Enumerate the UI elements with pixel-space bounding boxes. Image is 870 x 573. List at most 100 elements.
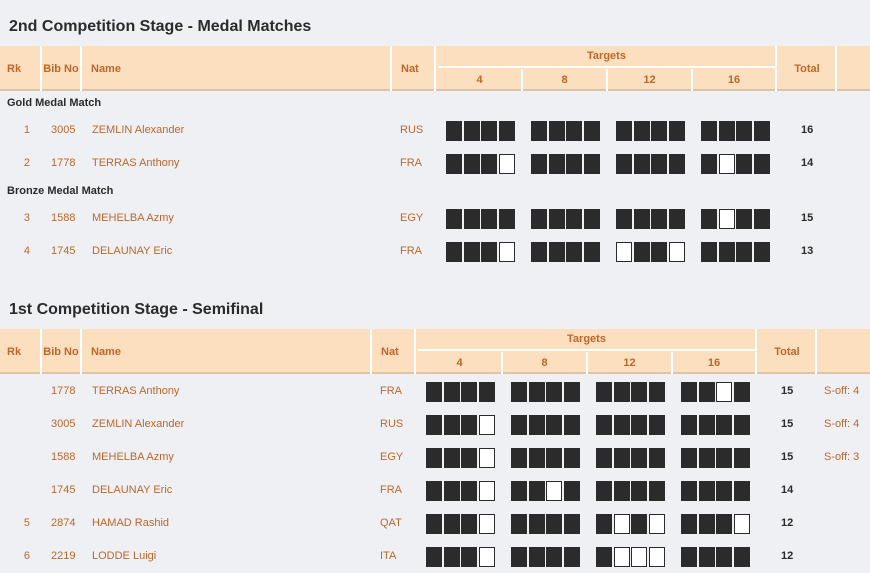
shot-hit-marker (681, 514, 697, 534)
table-row: 1 3005 ZEMLIN Alexander RUS 16 (0, 118, 870, 142)
shot-hit-marker (613, 382, 630, 402)
shot-hit-marker (443, 514, 460, 534)
header-target-16: 16 (693, 69, 777, 91)
athlete-name-link[interactable]: ZEMLIN Alexander (92, 118, 184, 142)
header-name: Name (84, 46, 392, 91)
shot-hit-marker (446, 154, 462, 174)
shot-miss-marker (478, 481, 495, 501)
bib-cell: 1778 (51, 157, 76, 169)
shot-hit-marker (596, 415, 612, 435)
shot-hit-marker (461, 481, 477, 501)
header-target-8: 8 (503, 352, 588, 374)
shot-hit-marker (446, 121, 462, 141)
rank-cell: 2 (23, 157, 30, 169)
shot-miss-marker (733, 514, 750, 534)
shot-hit-marker (716, 514, 732, 534)
shot-hit-marker (546, 547, 562, 567)
table-row: 1778 TERRAS Anthony FRA 15 S-off: 4 (0, 379, 870, 403)
header-rk: Rk (0, 46, 42, 91)
shot-miss-marker (478, 514, 495, 534)
shot-hit-marker (563, 415, 580, 435)
shot-hit-marker (668, 121, 685, 141)
athlete-name-link[interactable]: MEHELBA Azmy (92, 206, 174, 230)
athlete-name-link[interactable]: TERRAS Anthony (92, 379, 179, 403)
shot-hit-marker (546, 448, 562, 468)
shot-miss-marker (631, 547, 647, 567)
table-row: 3005 ZEMLIN Alexander RUS 15 S-off: 4 (0, 412, 870, 436)
nation-cell: FRA (400, 245, 422, 257)
shot-miss-marker (613, 514, 630, 534)
total-cell: 12 (781, 550, 794, 562)
shot-hit-marker (733, 481, 750, 501)
shot-hit-marker (613, 481, 630, 501)
table-row: 3 1588 MEHELBA Azmy EGY 15 (0, 206, 870, 230)
shot-hit-marker (528, 382, 545, 402)
shot-hit-marker (633, 242, 650, 262)
header-total: Total (759, 329, 817, 374)
shot-miss-marker (718, 209, 735, 229)
shot-hit-marker (531, 242, 547, 262)
shot-hit-marker (716, 415, 732, 435)
rank-cell: 4 (23, 245, 30, 257)
header-rk: Rk (0, 329, 42, 374)
shot-hit-marker (426, 514, 442, 534)
bib-cell: 3005 (51, 418, 76, 430)
header-target-16: 16 (673, 352, 757, 374)
shot-hit-marker (698, 481, 715, 501)
shot-hit-marker (461, 514, 477, 534)
shot-hit-marker (716, 547, 732, 567)
stage1-header: Rk Bib No Name Nat Targets 4 8 12 16 Tot… (0, 329, 870, 374)
athlete-name-link[interactable]: HAMAD Rashid (92, 511, 169, 535)
total-cell: 16 (801, 124, 814, 136)
header-targets: Targets (438, 46, 777, 68)
shot-hit-marker (651, 209, 667, 229)
bib-cell: 1745 (51, 484, 76, 496)
nation-cell: FRA (380, 385, 402, 397)
shot-hit-marker (528, 415, 545, 435)
athlete-name-link[interactable]: DELAUNAY Eric (92, 239, 172, 263)
shot-miss-marker (478, 415, 495, 435)
shot-hit-marker (463, 209, 480, 229)
shot-hit-marker (511, 448, 527, 468)
shot-hit-marker (733, 415, 750, 435)
shot-hit-marker (668, 209, 685, 229)
table-row: 4 1745 DELAUNAY Eric FRA 13 (0, 239, 870, 263)
shot-hit-marker (461, 415, 477, 435)
shot-hit-marker (753, 121, 770, 141)
shot-hit-marker (461, 547, 477, 567)
bib-cell: 3005 (51, 124, 76, 136)
athlete-name-link[interactable]: DELAUNAY Eric (92, 478, 172, 502)
shot-miss-marker (648, 514, 665, 534)
total-cell: 15 (781, 385, 794, 397)
header-target-12: 12 (608, 69, 693, 91)
header-nat: Nat (374, 329, 416, 374)
shot-hit-marker (753, 154, 770, 174)
athlete-name-link[interactable]: MEHELBA Azmy (92, 445, 174, 469)
shot-hit-marker (733, 448, 750, 468)
shot-hit-marker (481, 242, 497, 262)
shot-hit-marker (681, 382, 697, 402)
athlete-name-link[interactable]: LODDE Luigi (92, 544, 156, 568)
athlete-name-link[interactable]: TERRAS Anthony (92, 151, 179, 175)
bib-cell: 2874 (51, 517, 76, 529)
nation-cell: FRA (380, 484, 402, 496)
shot-hit-marker (426, 382, 442, 402)
shot-hit-marker (651, 242, 667, 262)
shot-hit-marker (648, 481, 665, 501)
shot-hit-marker (631, 382, 647, 402)
shot-hit-marker (563, 382, 580, 402)
total-cell: 15 (781, 418, 794, 430)
shot-hit-marker (736, 242, 752, 262)
shot-hit-marker (478, 382, 495, 402)
shot-hit-marker (511, 514, 527, 534)
shot-hit-marker (531, 209, 547, 229)
shot-hit-marker (736, 154, 752, 174)
shot-hit-marker (446, 242, 462, 262)
shot-hit-marker (563, 547, 580, 567)
shot-hit-marker (528, 448, 545, 468)
shot-miss-marker (718, 154, 735, 174)
shot-miss-marker (716, 382, 732, 402)
shot-hit-marker (701, 242, 717, 262)
athlete-name-link[interactable]: ZEMLIN Alexander (92, 412, 184, 436)
shot-hit-marker (701, 209, 717, 229)
